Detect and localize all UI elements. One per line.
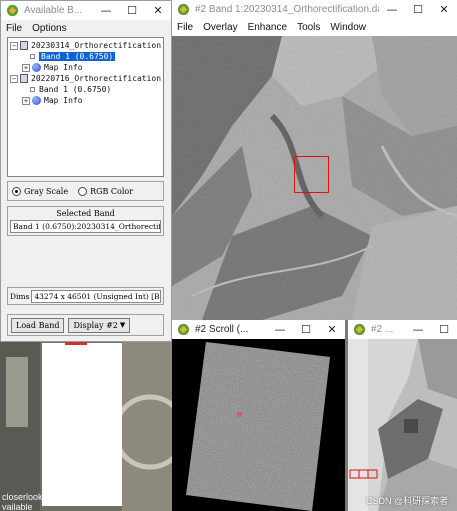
menu-tools[interactable]: Tools bbox=[292, 22, 325, 33]
expand-icon[interactable]: + bbox=[22, 96, 30, 105]
selected-band-panel: Selected Band Band 1 (0.6750):20230314_O… bbox=[7, 206, 164, 236]
file-name: 20230314_Orthorectification.dat bbox=[31, 41, 163, 50]
menu-file[interactable]: File bbox=[1, 23, 27, 34]
scroll-overview[interactable] bbox=[172, 339, 345, 511]
rgb-color-label: RGB Color bbox=[90, 186, 134, 196]
image-window-titlebar[interactable]: #2 Band 1:20230314_Orthorectification.da… bbox=[172, 0, 457, 19]
scroll-window-titlebar[interactable]: #2 Scroll (... — ☐ ✕ bbox=[172, 320, 345, 339]
tree-file-1[interactable]: − 20230314_Orthorectification.dat bbox=[10, 40, 163, 51]
close-button[interactable]: ✕ bbox=[145, 1, 171, 20]
band-icon bbox=[30, 87, 35, 92]
globe-icon bbox=[32, 96, 41, 105]
image-display[interactable] bbox=[172, 36, 457, 320]
map-info-label: Map Info bbox=[44, 63, 83, 72]
menu-bar: File Overlay Enhance Tools Window bbox=[172, 19, 457, 36]
tree-file-2[interactable]: − 20220716_Orthorectification.dat bbox=[10, 73, 163, 84]
globe-icon bbox=[32, 63, 41, 72]
minimize-button[interactable]: — bbox=[379, 0, 405, 19]
dims-field: 43274 x 46501 (Unsigned Int) [BSQ] bbox=[31, 289, 161, 303]
menu-options[interactable]: Options bbox=[27, 23, 71, 34]
zoom-view[interactable] bbox=[348, 339, 457, 511]
display-dropdown-label: Display #2 bbox=[73, 320, 118, 330]
window-title: #2 Band 1:20230314_Orthorectification.da… bbox=[195, 4, 379, 15]
zoom-region-box[interactable] bbox=[294, 156, 329, 193]
collapse-icon[interactable]: − bbox=[10, 74, 18, 83]
close-button[interactable]: ✕ bbox=[431, 0, 457, 19]
blank-panel bbox=[42, 341, 122, 506]
menu-bar: File Options bbox=[1, 20, 171, 36]
available-bands-window: Available B... — ☐ ✕ File Options − 2023… bbox=[0, 0, 172, 342]
available-bands-titlebar[interactable]: Available B... — ☐ ✕ bbox=[1, 1, 171, 20]
background-text: vailable bbox=[2, 502, 33, 511]
background-text: closerlook bbox=[2, 492, 43, 502]
file-icon bbox=[20, 74, 28, 83]
collapse-icon[interactable]: − bbox=[10, 41, 18, 50]
envi-globe-icon bbox=[6, 4, 19, 17]
minimize-button[interactable]: — bbox=[93, 1, 119, 20]
envi-globe-icon bbox=[353, 323, 366, 336]
chevron-down-icon: ▼ bbox=[119, 321, 126, 329]
overview-image bbox=[172, 339, 345, 511]
dims-panel: Dims 43274 x 46501 (Unsigned Int) [BSQ] bbox=[7, 287, 164, 305]
zoomed-pixels-image bbox=[348, 339, 457, 511]
tree-band-1[interactable]: Band 1 (0.6750) bbox=[30, 51, 116, 62]
maximize-button[interactable]: ☐ bbox=[119, 1, 145, 20]
minimize-button[interactable]: — bbox=[267, 320, 293, 339]
gray-scale-label: Gray Scale bbox=[24, 186, 69, 196]
file-icon bbox=[20, 41, 28, 50]
dims-label: Dims bbox=[10, 291, 30, 301]
image-window: #2 Band 1:20230314_Orthorectification.da… bbox=[172, 0, 457, 320]
close-button[interactable]: ✕ bbox=[319, 320, 345, 339]
window-title: #2 ... bbox=[371, 324, 394, 335]
menu-file[interactable]: File bbox=[172, 22, 198, 33]
menu-window[interactable]: Window bbox=[325, 22, 371, 33]
selected-band-heading: Selected Band bbox=[56, 209, 115, 218]
display-dropdown[interactable]: Display #2 ▼ bbox=[68, 317, 131, 333]
tree-band-2[interactable]: Band 1 (0.6750) bbox=[30, 84, 111, 95]
band-tree[interactable]: − 20230314_Orthorectification.dat Band 1… bbox=[7, 37, 164, 177]
gray-scale-radio[interactable] bbox=[12, 186, 21, 196]
zoom-window: #2 ... — ☐ bbox=[348, 320, 457, 511]
color-mode-group: Gray Scale RGB Color bbox=[7, 181, 164, 201]
maximize-button[interactable]: ☐ bbox=[405, 0, 431, 19]
minimize-button[interactable]: — bbox=[405, 320, 431, 339]
map-info-label: Map Info bbox=[44, 96, 83, 105]
window-title: #2 Scroll (... bbox=[195, 324, 249, 335]
envi-globe-icon bbox=[177, 323, 190, 336]
tree-map-info-2[interactable]: + Map Info bbox=[22, 95, 83, 106]
maximize-button[interactable]: ☐ bbox=[431, 320, 457, 339]
maximize-button[interactable]: ☐ bbox=[293, 320, 319, 339]
watermark-text: CSDN @科研探索者 bbox=[366, 496, 449, 506]
scroll-window: #2 Scroll (... — ☐ ✕ bbox=[172, 320, 345, 511]
rgb-color-radio[interactable] bbox=[78, 186, 88, 196]
band-label: Band 1 (0.6750) bbox=[39, 52, 116, 61]
tree-map-info-1[interactable]: + Map Info bbox=[22, 62, 83, 73]
menu-enhance[interactable]: Enhance bbox=[243, 22, 292, 33]
load-band-button[interactable]: Load Band bbox=[11, 317, 65, 333]
envi-globe-icon bbox=[177, 3, 190, 16]
menu-overlay[interactable]: Overlay bbox=[198, 22, 242, 33]
desktop: closerlook vailable Available B... — ☐ ✕… bbox=[0, 0, 457, 511]
file-name: 20220716_Orthorectification.dat bbox=[31, 74, 163, 83]
band-label: Band 1 (0.6750) bbox=[39, 85, 112, 94]
button-row: Load Band Display #2 ▼ bbox=[7, 314, 164, 336]
expand-icon[interactable]: + bbox=[22, 63, 30, 72]
window-title: Available B... bbox=[24, 5, 83, 16]
selected-band-field: Band 1 (0.6750):20230314_Orthorectificat… bbox=[10, 220, 161, 233]
zoom-window-titlebar[interactable]: #2 ... — ☐ bbox=[348, 320, 457, 339]
band-icon bbox=[30, 54, 35, 59]
